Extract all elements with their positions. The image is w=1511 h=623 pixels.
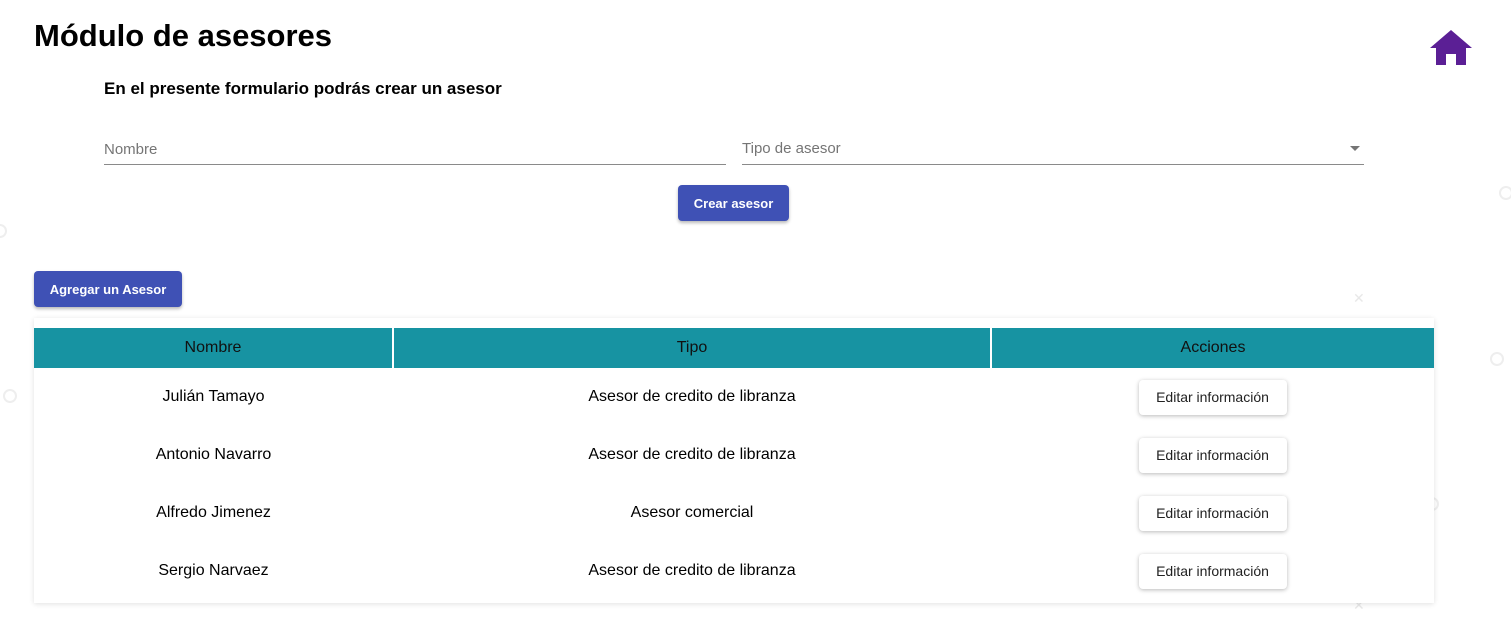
decorative-ring bbox=[1490, 352, 1504, 366]
agregar-asesor-button[interactable]: Agregar un Asesor bbox=[34, 271, 182, 307]
page-title: Módulo de asesores bbox=[34, 18, 333, 53]
dropdown-arrow-icon bbox=[1350, 146, 1360, 151]
header-tipo: Tipo bbox=[392, 328, 991, 368]
decorative-ring bbox=[3, 389, 17, 403]
cell-nombre: Alfredo Jimenez bbox=[156, 504, 271, 521]
cell-tipo: Asesor de credito de libranza bbox=[588, 562, 796, 579]
cell-acciones: Editar información bbox=[991, 368, 1434, 426]
cell-tipo: Asesor de credito de libranza bbox=[588, 446, 796, 463]
home-button[interactable] bbox=[1428, 27, 1474, 69]
nombre-input[interactable] bbox=[104, 135, 726, 163]
home-icon bbox=[1430, 30, 1472, 65]
cell-acciones: Editar información bbox=[991, 542, 1434, 600]
cell-tipo: Asesor comercial bbox=[630, 504, 754, 521]
form-subtitle: En el presente formulario podrás crear u… bbox=[104, 79, 502, 98]
table-row: Julián Tamayo Asesor de credito de libra… bbox=[34, 368, 1434, 426]
table-header-row: Nombre Tipo Acciones bbox=[34, 328, 1434, 368]
decorative-cross: ✕ bbox=[1353, 290, 1365, 306]
cell-tipo: Asesor de credito de libranza bbox=[588, 388, 796, 405]
cell-nombre: Antonio Navarro bbox=[155, 446, 272, 463]
home-icon-shape bbox=[1430, 30, 1472, 65]
header-nombre: Nombre bbox=[34, 328, 393, 368]
tipo-asesor-select[interactable]: Tipo de asesor bbox=[742, 135, 1364, 165]
tipo-asesor-placeholder: Tipo de asesor bbox=[742, 140, 841, 157]
table-row: Alfredo Jimenez Asesor comercial Editar … bbox=[34, 484, 1434, 542]
editar-informacion-button[interactable]: Editar información bbox=[1138, 437, 1287, 473]
nombre-field bbox=[104, 135, 726, 165]
cell-nombre: Sergio Narvaez bbox=[158, 562, 269, 579]
asesores-table: Nombre Tipo Acciones Julián Tamayo Aseso… bbox=[34, 328, 1434, 600]
editar-informacion-button[interactable]: Editar información bbox=[1138, 553, 1287, 589]
decorative-ring bbox=[1499, 186, 1511, 200]
asesores-table-container: Nombre Tipo Acciones Julián Tamayo Aseso… bbox=[34, 318, 1434, 603]
table-row: Sergio Narvaez Asesor de credito de libr… bbox=[34, 542, 1434, 600]
cell-acciones: Editar información bbox=[991, 426, 1434, 484]
editar-informacion-button[interactable]: Editar información bbox=[1138, 495, 1287, 531]
cell-nombre: Julián Tamayo bbox=[162, 388, 265, 405]
crear-asesor-button[interactable]: Crear asesor bbox=[678, 185, 789, 221]
editar-informacion-button[interactable]: Editar información bbox=[1138, 379, 1287, 415]
header-acciones: Acciones bbox=[990, 328, 1434, 368]
decorative-ring bbox=[0, 224, 7, 238]
table-row: Antonio Navarro Asesor de credito de lib… bbox=[34, 426, 1434, 484]
cell-acciones: Editar información bbox=[991, 484, 1434, 542]
